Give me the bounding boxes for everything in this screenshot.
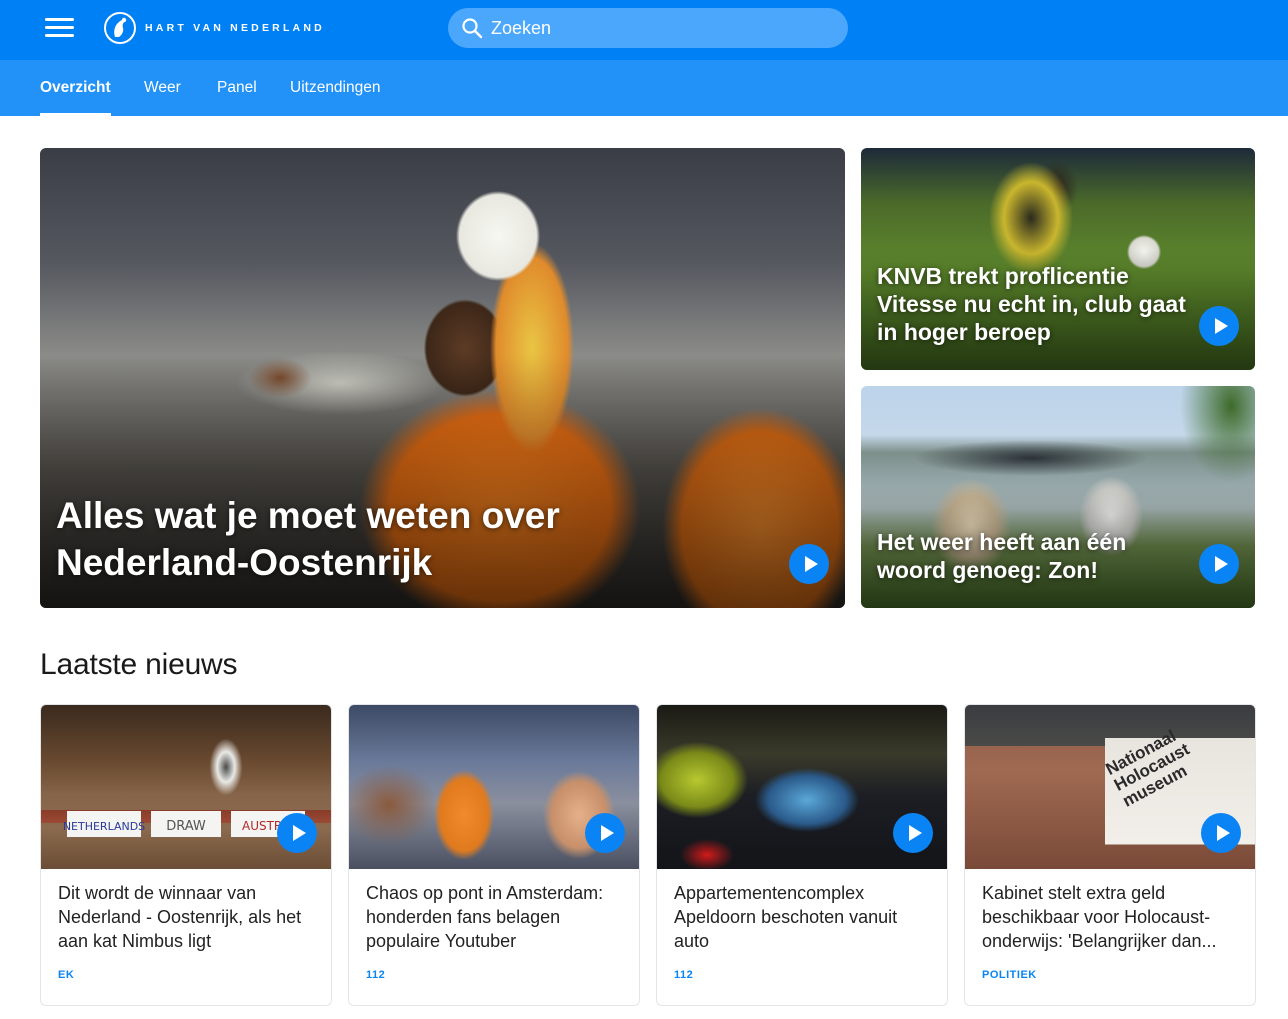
search-icon (462, 18, 483, 39)
play-icon[interactable] (893, 813, 933, 853)
news-card[interactable]: Nationaal Holocaust museum Kabinet stelt… (964, 704, 1256, 1006)
thumb-label: DRAW (166, 819, 206, 834)
hero-side-title: KNVB trekt proflicentie Vitesse nu echt … (877, 263, 1186, 345)
news-card[interactable]: NETHERLANDS DRAW AUSTRIA Dit wordt de wi… (40, 704, 332, 1006)
news-headline: Dit wordt de winnaar van Nederland - Oos… (58, 883, 302, 951)
hero-side-card[interactable]: Het weer heeft aan één woord genoeg: Zon… (861, 386, 1255, 608)
brand-logo-link[interactable]: HART VAN NEDERLAND (103, 11, 325, 45)
news-card[interactable]: Chaos op pont in Amsterdam: honderden fa… (348, 704, 640, 1006)
thumb-label: NETHERLANDS (63, 820, 145, 833)
top-bar: HART VAN NEDERLAND Zoeken (0, 0, 1288, 60)
news-headline: Appartementencomplex Apeldoorn beschoten… (674, 883, 898, 951)
news-category-tag[interactable]: 112 (674, 969, 693, 981)
tab-panel[interactable]: Panel (217, 60, 257, 116)
heart-logo-icon (104, 12, 136, 44)
news-category-tag[interactable]: EK (58, 969, 74, 981)
news-card[interactable]: Appartementencomplex Apeldoorn beschoten… (656, 704, 948, 1006)
tab-overzicht[interactable]: Overzicht (40, 60, 111, 116)
sub-navigation: Overzicht Weer Panel Uitzendingen (0, 60, 1288, 116)
news-headline: Kabinet stelt extra geld beschikbaar voo… (982, 883, 1217, 951)
play-icon[interactable] (1201, 813, 1241, 853)
section-title-latest-news: Laatste nieuws (40, 648, 238, 681)
hero-main-card[interactable]: Alles wat je moet weten over Nederland-O… (40, 148, 845, 608)
hero-side-card[interactable]: KNVB trekt proflicentie Vitesse nu echt … (861, 148, 1255, 370)
hero-main-title: Alles wat je moet weten over Nederland-O… (56, 495, 560, 583)
news-category-tag[interactable]: 112 (366, 969, 385, 981)
play-icon[interactable] (277, 813, 317, 853)
news-headline: Chaos op pont in Amsterdam: honderden fa… (366, 883, 604, 951)
play-icon[interactable] (789, 544, 829, 584)
news-category-tag[interactable]: POLITIEK (982, 969, 1037, 981)
play-icon[interactable] (1199, 544, 1239, 584)
play-icon[interactable] (585, 813, 625, 853)
play-icon[interactable] (1199, 306, 1239, 346)
tab-weer[interactable]: Weer (144, 60, 181, 116)
tab-uitzendingen[interactable]: Uitzendingen (290, 60, 380, 116)
museum-sign-text: Nationaal Holocaust museum (1102, 726, 1193, 811)
search-input[interactable]: Zoeken (448, 8, 848, 48)
hero-side-title: Het weer heeft aan één woord genoeg: Zon… (877, 529, 1127, 583)
hamburger-menu-icon[interactable] (44, 16, 76, 42)
brand-name: HART VAN NEDERLAND (145, 22, 325, 34)
search-placeholder: Zoeken (491, 17, 552, 38)
